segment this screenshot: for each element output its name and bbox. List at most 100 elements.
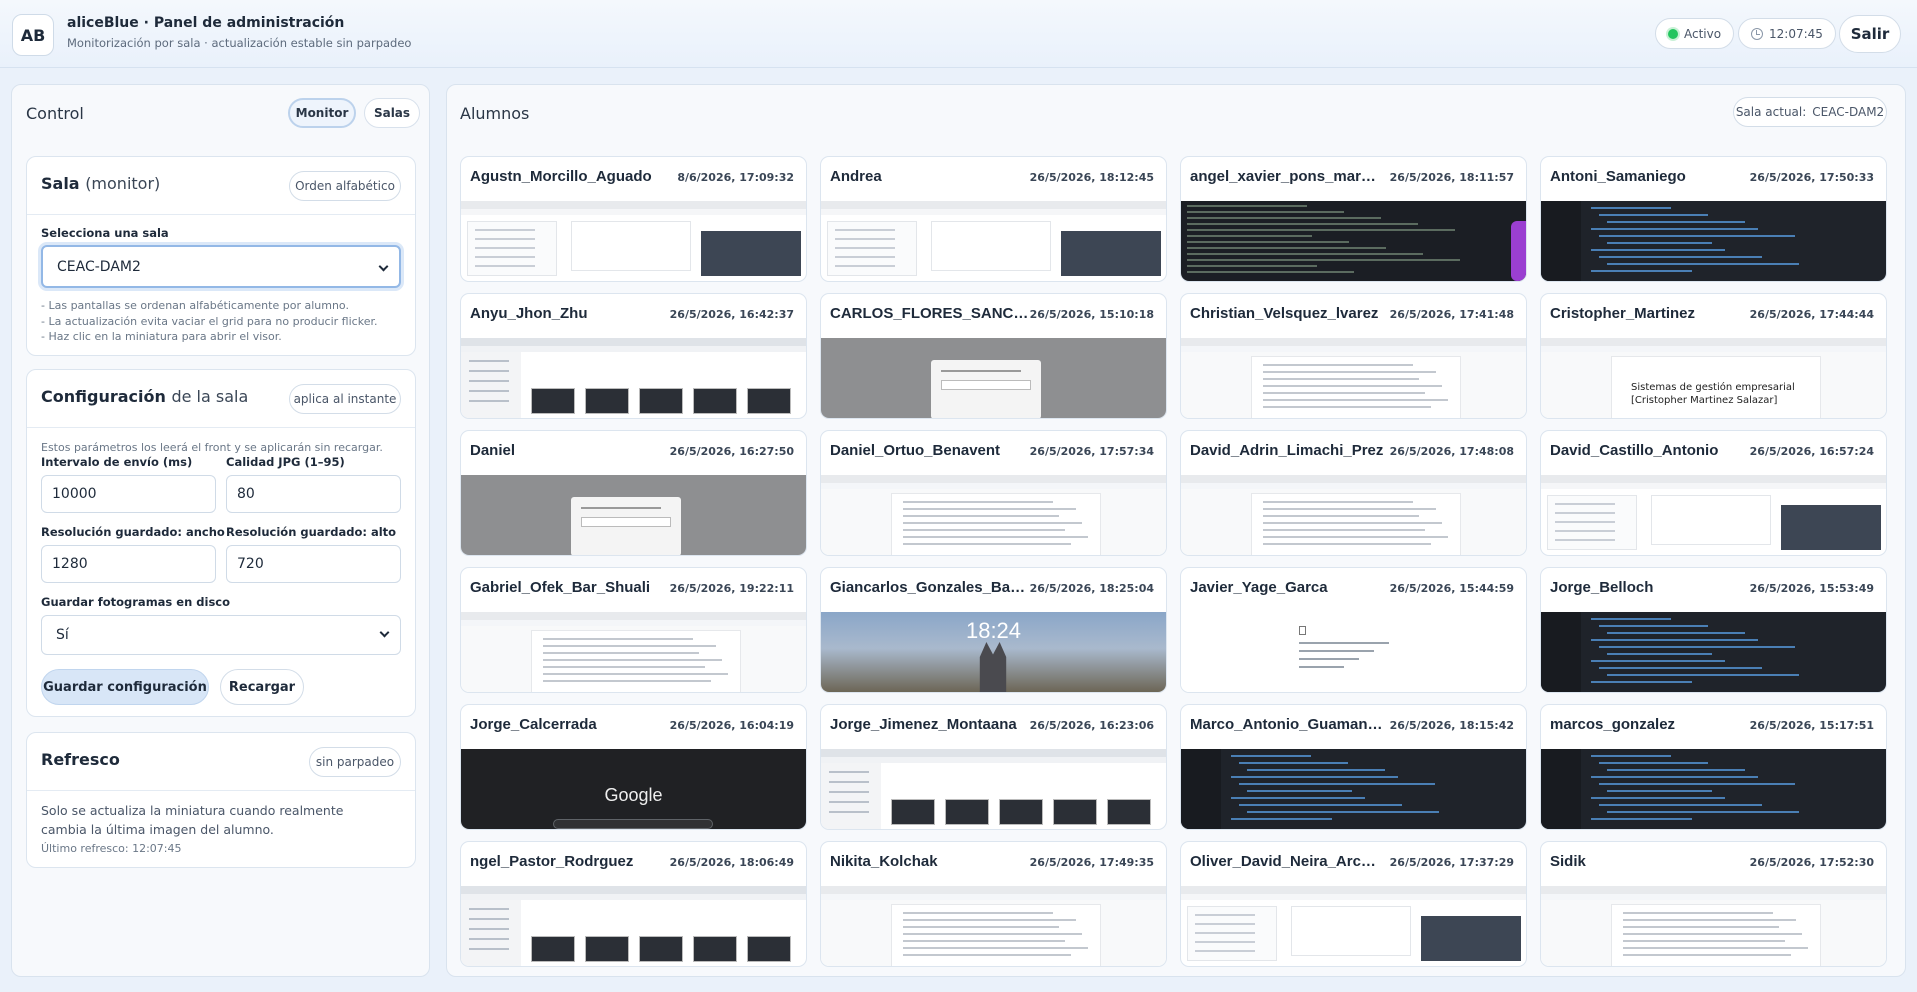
student-timestamp: 26/5/2026, 15:17:51 bbox=[1749, 719, 1874, 732]
student-tile[interactable]: David_Adrin_Limachi_Prez 26/5/2026, 17:48… bbox=[1180, 430, 1527, 556]
student-tile[interactable]: CARLOS_FLORES_SANC… 26/5/2026, 15:10:18 bbox=[820, 293, 1167, 419]
student-name: Nikita_Kolchak bbox=[830, 853, 938, 870]
student-tile[interactable]: Agustn_Morcillo_Aguado 8/6/2026, 17:09:32 bbox=[460, 156, 807, 282]
clock-badge: 12:07:45 bbox=[1738, 18, 1836, 49]
student-name: Jorge_Belloch bbox=[1550, 579, 1654, 596]
student-tile[interactable]: Cristopher_Martinez 26/5/2026, 17:44:44 Si… bbox=[1540, 293, 1887, 419]
exit-button[interactable]: Salir bbox=[1839, 15, 1901, 53]
refresh-text: Solo se actualiza la miniatura cuando re… bbox=[41, 803, 344, 837]
student-timestamp: 26/5/2026, 16:57:24 bbox=[1749, 445, 1874, 458]
height-label: Resolución guardado: alto bbox=[226, 525, 397, 539]
save-frames-select[interactable]: Sí bbox=[41, 615, 401, 655]
student-tile[interactable]: Nikita_Kolchak 26/5/2026, 17:49:35 bbox=[820, 841, 1167, 967]
room-select[interactable]: CEAC-DAM2 bbox=[41, 245, 401, 288]
quality-input[interactable]: 80 bbox=[226, 475, 401, 513]
sala-card: Sala (monitor) Orden alfabético Seleccio… bbox=[26, 156, 416, 356]
student-tile[interactable]: Sidik 26/5/2026, 17:52:30 bbox=[1540, 841, 1887, 967]
divider bbox=[27, 214, 415, 215]
screen-thumbnail[interactable] bbox=[1181, 201, 1526, 281]
student-tile[interactable]: Gabriel_Ofek_Bar_Shuali 26/5/2026, 19:22:… bbox=[460, 567, 807, 693]
screen-thumbnail[interactable] bbox=[461, 201, 806, 281]
student-tile[interactable]: Marco_Antonio_Guaman… 26/5/2026, 18:15:42 bbox=[1180, 704, 1527, 830]
student-timestamp: 26/5/2026, 17:41:48 bbox=[1389, 308, 1514, 321]
student-timestamp: 26/5/2026, 18:11:57 bbox=[1389, 171, 1514, 184]
screen-thumbnail[interactable]: Google bbox=[461, 749, 806, 829]
student-tile[interactable]: Daniel 26/5/2026, 16:27:50 bbox=[460, 430, 807, 556]
width-input[interactable]: 1280 bbox=[41, 545, 216, 583]
screen-thumbnail[interactable] bbox=[821, 749, 1166, 829]
student-tile[interactable]: angel_xavier_pons_mar… 26/5/2026, 18:11:5… bbox=[1180, 156, 1527, 282]
student-timestamp: 26/5/2026, 17:50:33 bbox=[1749, 171, 1874, 184]
tab-salas[interactable]: Salas bbox=[364, 98, 420, 128]
student-tile[interactable]: Oliver_David_Neira_Arc… 26/5/2026, 17:37:… bbox=[1180, 841, 1527, 967]
student-tile[interactable]: Jorge_Calcerrada 26/5/2026, 16:04:19 Googl… bbox=[460, 704, 807, 830]
width-label: Resolución guardado: ancho bbox=[41, 525, 225, 539]
student-timestamp: 26/5/2026, 17:48:08 bbox=[1389, 445, 1514, 458]
refresh-card: Refresco sin parpadeo Solo se actualiza … bbox=[26, 732, 416, 868]
screen-thumbnail[interactable] bbox=[821, 201, 1166, 281]
student-name: Andrea bbox=[830, 168, 882, 185]
screen-thumbnail[interactable] bbox=[1541, 749, 1886, 829]
student-timestamp: 26/5/2026, 16:23:06 bbox=[1029, 719, 1154, 732]
student-name: ngel_Pastor_Rodrguez bbox=[470, 853, 634, 870]
screen-thumbnail[interactable] bbox=[1541, 886, 1886, 966]
student-name: Javier_Yage_Garca bbox=[1190, 579, 1328, 596]
screen-thumbnail[interactable] bbox=[1541, 612, 1886, 692]
app-subtitle: Monitorización por sala · actualización … bbox=[67, 36, 412, 50]
student-timestamp: 26/5/2026, 19:22:11 bbox=[669, 582, 794, 595]
screen-thumbnail[interactable] bbox=[461, 338, 806, 418]
reload-button[interactable]: Recargar bbox=[220, 669, 304, 705]
interval-label: Intervalo de envío (ms) bbox=[41, 455, 193, 469]
student-timestamp: 26/5/2026, 17:52:30 bbox=[1749, 856, 1874, 869]
apply-instant-chip: aplica al instante bbox=[289, 384, 401, 414]
student-timestamp: 26/5/2026, 15:44:59 bbox=[1389, 582, 1514, 595]
control-title: Control bbox=[26, 104, 84, 123]
interval-input[interactable]: 10000 bbox=[41, 475, 216, 513]
student-name: Daniel bbox=[470, 442, 516, 459]
student-tile[interactable]: David_Castillo_Antonio 26/5/2026, 16:57:2… bbox=[1540, 430, 1887, 556]
tab-monitor[interactable]: Monitor bbox=[288, 98, 356, 128]
screen-thumbnail[interactable] bbox=[1541, 475, 1886, 555]
student-tile[interactable]: Jorge_Belloch 26/5/2026, 15:53:49 bbox=[1540, 567, 1887, 693]
student-tile[interactable]: Giancarlos_Gonzales_Ba… 26/5/2026, 18:25:… bbox=[820, 567, 1167, 693]
student-timestamp: 26/5/2026, 18:06:49 bbox=[669, 856, 794, 869]
save-config-button[interactable]: Guardar configuración bbox=[41, 669, 209, 705]
student-tile[interactable]: Andrea 26/5/2026, 18:12:45 bbox=[820, 156, 1167, 282]
student-tile[interactable]: Antoni_Samaniego 26/5/2026, 17:50:33 bbox=[1540, 156, 1887, 282]
student-timestamp: 26/5/2026, 18:25:04 bbox=[1029, 582, 1154, 595]
student-tile[interactable]: Anyu_Jhon_Zhu 26/5/2026, 16:42:37 bbox=[460, 293, 807, 419]
student-name: Oliver_David_Neira_Arc… bbox=[1190, 853, 1376, 870]
student-name: Marco_Antonio_Guaman… bbox=[1190, 716, 1383, 733]
screen-thumbnail[interactable] bbox=[1181, 886, 1526, 966]
student-tile[interactable]: marcos_gonzalez 26/5/2026, 15:17:51 bbox=[1540, 704, 1887, 830]
student-name: angel_xavier_pons_mar… bbox=[1190, 168, 1376, 185]
student-name: Christian_Velsquez_lvarez bbox=[1190, 305, 1379, 322]
screen-thumbnail[interactable] bbox=[461, 612, 806, 692]
student-tile[interactable]: Javier_Yage_Garca 26/5/2026, 15:44:59 bbox=[1180, 567, 1527, 693]
sala-card-title: Sala (monitor) bbox=[41, 174, 161, 193]
order-chip[interactable]: Orden alfabético bbox=[289, 171, 401, 201]
screen-thumbnail[interactable] bbox=[1181, 475, 1526, 555]
config-card-title: Configuración de la sala bbox=[41, 387, 249, 406]
screen-thumbnail[interactable] bbox=[1181, 612, 1526, 692]
screen-thumbnail[interactable] bbox=[821, 475, 1166, 555]
screen-thumbnail[interactable] bbox=[821, 338, 1166, 418]
student-tile[interactable]: Daniel_Ortuo_Benavent 26/5/2026, 17:57:34 bbox=[820, 430, 1167, 556]
screen-thumbnail[interactable] bbox=[461, 475, 806, 555]
height-input[interactable]: 720 bbox=[226, 545, 401, 583]
student-tile[interactable]: Jorge_Jimenez_Montaana 26/5/2026, 16:23:0… bbox=[820, 704, 1167, 830]
student-name: CARLOS_FLORES_SANC… bbox=[830, 305, 1029, 322]
screen-thumbnail[interactable]: 18:24 bbox=[821, 612, 1166, 692]
student-tile[interactable]: Christian_Velsquez_lvarez 26/5/2026, 17:4… bbox=[1180, 293, 1527, 419]
screen-thumbnail[interactable] bbox=[1181, 749, 1526, 829]
screen-thumbnail[interactable] bbox=[461, 886, 806, 966]
screen-thumbnail[interactable] bbox=[1541, 201, 1886, 281]
student-name: marcos_gonzalez bbox=[1550, 716, 1676, 733]
status-label: Activo bbox=[1684, 26, 1722, 41]
screen-thumbnail[interactable] bbox=[821, 886, 1166, 966]
screen-thumbnail[interactable] bbox=[1181, 338, 1526, 418]
quality-label: Calidad JPG (1–95) bbox=[226, 455, 345, 469]
student-tile[interactable]: ngel_Pastor_Rodrguez 26/5/2026, 18:06:49 bbox=[460, 841, 807, 967]
room-select-label: Selecciona una sala bbox=[41, 226, 169, 240]
screen-thumbnail[interactable]: Sistemas de gestión empresarial [Cristoph… bbox=[1541, 338, 1886, 418]
